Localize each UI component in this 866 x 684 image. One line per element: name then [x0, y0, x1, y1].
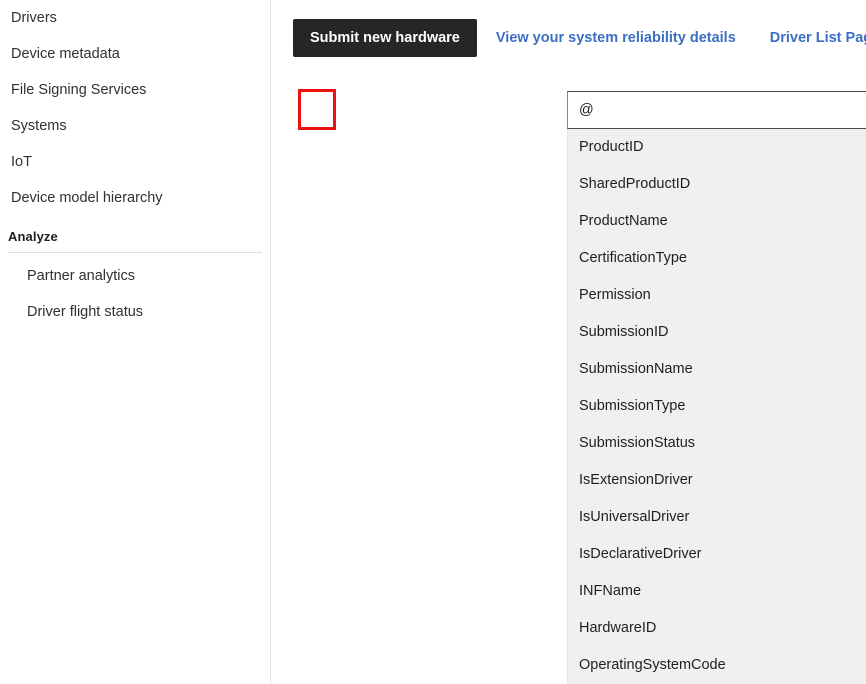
sidebar-item-label: Partner analytics — [27, 268, 135, 284]
list-item[interactable]: ProductID — [568, 129, 866, 166]
view-system-reliability-details-link[interactable]: View your system reliability details — [496, 30, 736, 46]
driver-list-page-all-link[interactable]: Driver List Page (all) — [770, 30, 866, 46]
main-content: Submit new hardware View your system rel… — [271, 0, 866, 684]
list-item[interactable]: SubmissionStatus — [568, 425, 866, 462]
search-input-value: @ — [579, 102, 594, 118]
list-item[interactable]: OperatingSystemCode — [568, 647, 866, 684]
list-item[interactable]: SubmissionType — [568, 388, 866, 425]
app-root: Drivers Device metadata File Signing Ser… — [0, 0, 866, 684]
list-item[interactable]: HardwareID — [568, 610, 866, 647]
list-item[interactable]: CertificationType — [568, 240, 866, 277]
list-item[interactable]: SharedProductID — [568, 166, 866, 203]
sidebar-section-divider — [8, 252, 262, 253]
sidebar-item-device-metadata[interactable]: Device metadata — [0, 36, 270, 72]
sidebar-item-systems[interactable]: Systems — [0, 108, 270, 144]
search-combobox: @ ProductID SharedProductID ProductName … — [567, 91, 866, 684]
sidebar-item-label: IoT — [11, 154, 32, 170]
sidebar-item-label: Systems — [11, 118, 67, 134]
sidebar-item-label: Device metadata — [11, 46, 120, 62]
sidebar-item-iot[interactable]: IoT — [0, 144, 270, 180]
list-item[interactable]: ProductName — [568, 203, 866, 240]
sidebar-item-drivers[interactable]: Drivers — [0, 0, 270, 36]
list-item[interactable]: IsDeclarativeDriver — [568, 536, 866, 573]
list-item[interactable]: IsUniversalDriver — [568, 499, 866, 536]
sidebar-item-device-model-hierarchy[interactable]: Device model hierarchy — [0, 180, 270, 216]
sidebar-item-partner-analytics[interactable]: Partner analytics — [0, 258, 270, 294]
sidebar-item-driver-flight-status[interactable]: Driver flight status — [0, 294, 270, 330]
sidebar-item-label: Driver flight status — [27, 304, 144, 320]
submit-new-hardware-button[interactable]: Submit new hardware — [293, 19, 477, 57]
top-tabbar: Submit new hardware View your system rel… — [271, 0, 866, 58]
list-item[interactable]: Permission — [568, 277, 866, 314]
list-item[interactable]: SubmissionID — [568, 314, 866, 351]
sidebar-nav-list: Drivers Device metadata File Signing Ser… — [0, 0, 270, 216]
list-item[interactable]: INFName — [568, 573, 866, 610]
sidebar-section-header-analyze: Analyze — [8, 229, 58, 244]
search-suggestions-dropdown[interactable]: ProductID SharedProductID ProductName Ce… — [567, 129, 866, 684]
sidebar-item-file-signing-services[interactable]: File Signing Services — [0, 72, 270, 108]
sidebar-item-label: Device model hierarchy — [11, 190, 163, 206]
sidebar: Drivers Device metadata File Signing Ser… — [0, 0, 271, 684]
sidebar-analyze-list: Partner analytics Driver flight status — [0, 258, 270, 330]
list-item[interactable]: IsExtensionDriver — [568, 462, 866, 499]
sidebar-item-label: Drivers — [11, 10, 57, 26]
list-item[interactable]: SubmissionName — [568, 351, 866, 388]
search-input[interactable]: @ — [567, 91, 866, 129]
sidebar-item-label: File Signing Services — [11, 82, 147, 98]
